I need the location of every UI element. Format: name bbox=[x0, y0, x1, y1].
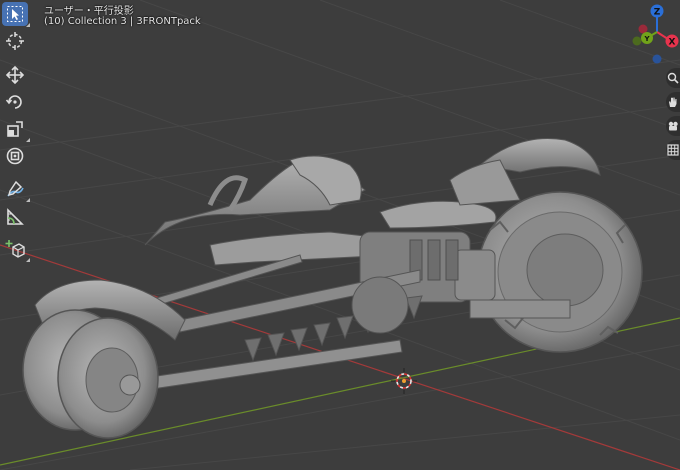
transform-icon bbox=[6, 147, 24, 165]
transform-tool[interactable] bbox=[2, 144, 28, 168]
collection-info-label: (10) Collection 3 | 3FRONTpack bbox=[44, 16, 201, 27]
scale-icon bbox=[7, 121, 23, 137]
submenu-corner-icon bbox=[26, 23, 30, 27]
ruler-measure-icon bbox=[7, 208, 24, 225]
add-cube-tool[interactable] bbox=[2, 237, 30, 262]
view-mode-label: ユーザー・平行投影 bbox=[44, 6, 134, 17]
gizmo-y-label: Y bbox=[643, 35, 650, 43]
toggle-ortho-button[interactable] bbox=[666, 140, 680, 160]
pencil-annotate-icon bbox=[7, 180, 24, 197]
hand-pan-icon bbox=[669, 97, 677, 107]
camera-view-button[interactable] bbox=[666, 116, 680, 136]
submenu-corner-icon bbox=[26, 138, 30, 142]
grid-icon bbox=[667, 144, 679, 156]
measure-tool[interactable] bbox=[2, 205, 28, 229]
move-tool[interactable] bbox=[2, 63, 28, 87]
annotate-tool[interactable] bbox=[2, 177, 30, 202]
crosshair-cursor-icon bbox=[6, 32, 24, 50]
zoom-icon bbox=[667, 72, 679, 84]
gizmo-y-neg-handle bbox=[632, 36, 642, 46]
scene-canvas[interactable] bbox=[0, 0, 680, 470]
add-cube-icon bbox=[5, 240, 25, 258]
gizmo-z-neg-handle bbox=[652, 54, 662, 64]
3d-cursor-icon bbox=[391, 368, 417, 394]
move-arrows-icon bbox=[5, 65, 25, 85]
gizmo-x-label: X bbox=[669, 38, 676, 48]
select-box-tool[interactable] bbox=[2, 2, 30, 27]
scale-tool[interactable] bbox=[2, 117, 30, 142]
rotate-tool[interactable] bbox=[2, 90, 28, 114]
gizmo-z-label: Z bbox=[654, 8, 661, 18]
rotate-icon bbox=[5, 95, 22, 109]
3d-viewport[interactable]: ユーザー・平行投影 (10) Collection 3 | 3FRONTpack bbox=[0, 0, 680, 470]
camera-icon bbox=[668, 121, 678, 131]
submenu-corner-icon bbox=[26, 258, 30, 262]
cursor-arrow-icon bbox=[7, 6, 23, 22]
submenu-corner-icon bbox=[26, 198, 30, 202]
navigation-gizmo[interactable]: Z X Y bbox=[626, 2, 680, 64]
pan-button[interactable] bbox=[666, 92, 680, 112]
zoom-button[interactable] bbox=[666, 68, 680, 88]
cursor-tool[interactable] bbox=[2, 29, 28, 53]
